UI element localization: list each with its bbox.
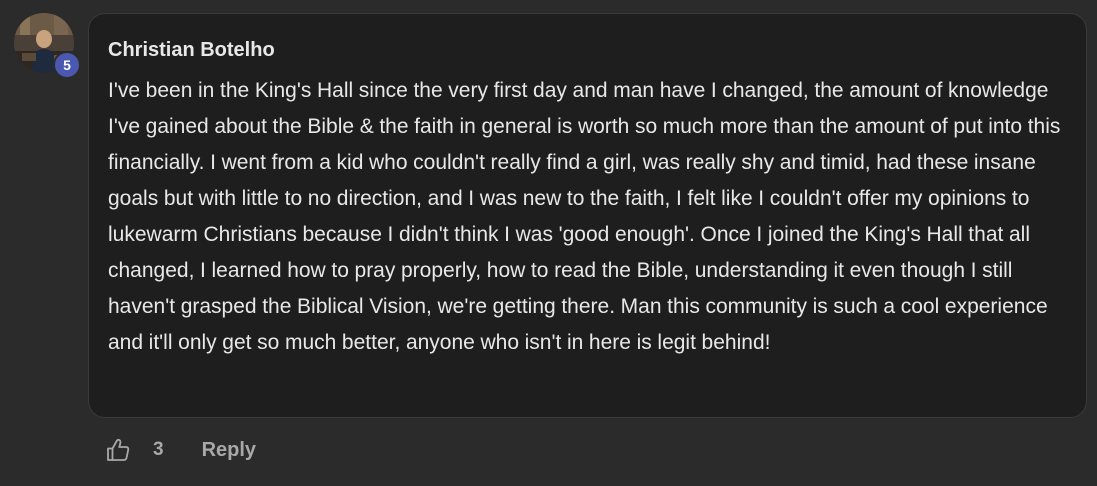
like-button[interactable]: 3	[104, 436, 164, 464]
comment-bubble: Christian Botelho I've been in the King'…	[88, 13, 1087, 418]
comment: 5 Christian Botelho I've been in the Kin…	[0, 0, 1097, 486]
level-badge: 5	[53, 51, 81, 79]
reply-button[interactable]: Reply	[202, 439, 256, 462]
avatar-container[interactable]: 5	[14, 13, 81, 79]
comment-actions: 3 Reply	[104, 432, 256, 468]
like-count: 3	[153, 439, 164, 460]
author-name[interactable]: Christian Botelho	[108, 38, 275, 62]
thumbs-up-icon[interactable]	[104, 436, 132, 464]
comment-body: I've been in the King's Hall since the v…	[108, 79, 1061, 354]
